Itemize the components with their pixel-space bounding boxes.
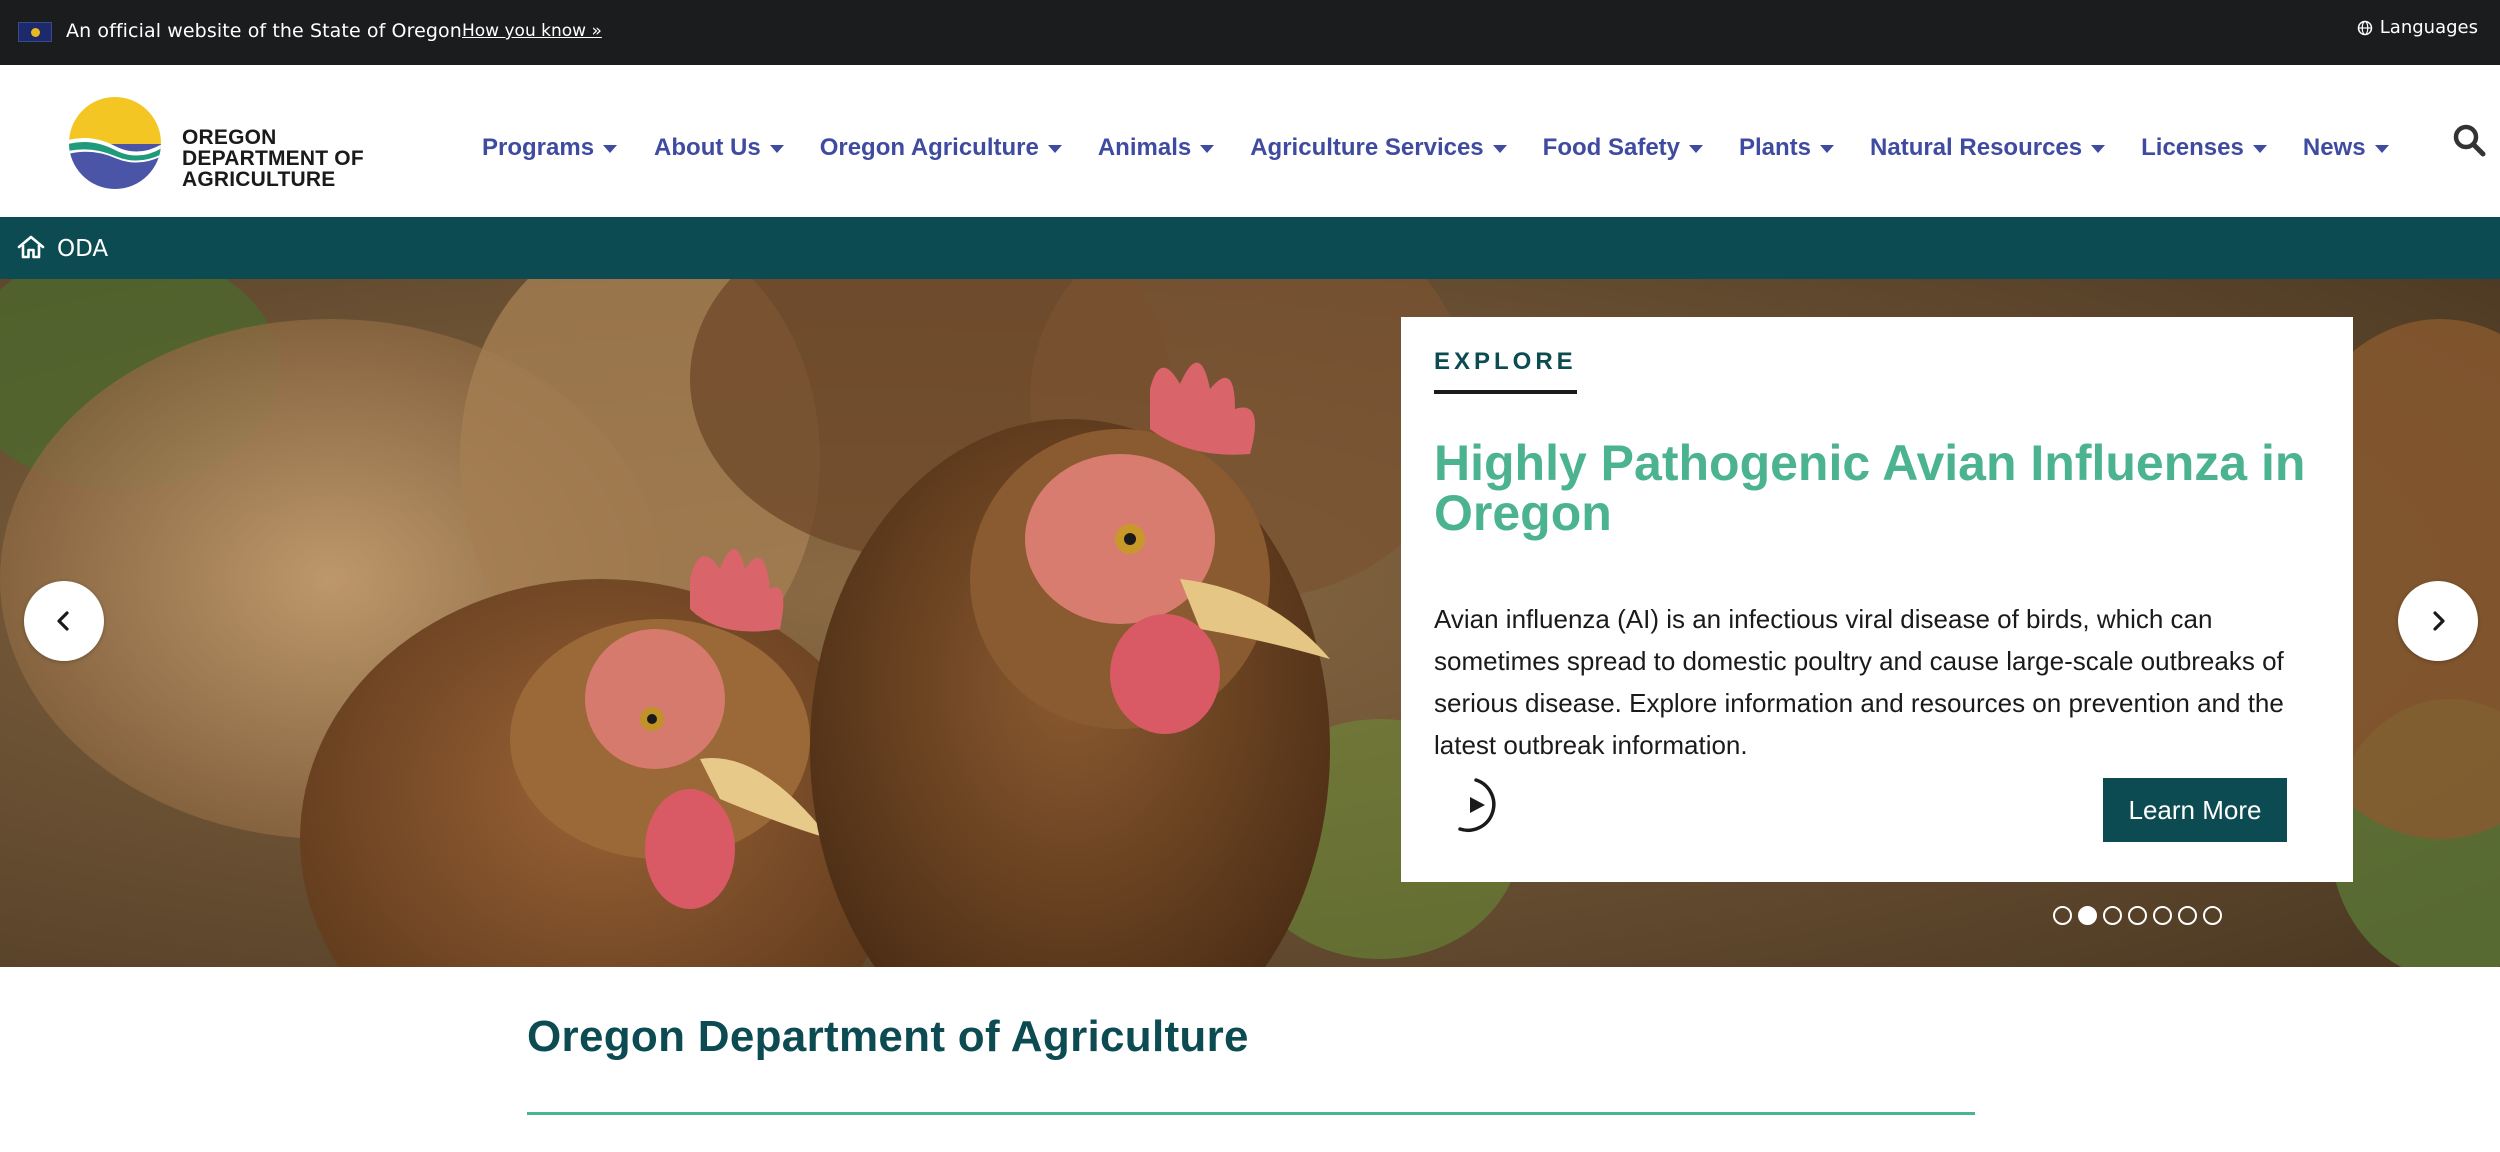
breadcrumb-home-link[interactable]: ODA [57, 236, 108, 262]
hero-carousel: EXPLORE Highly Pathogenic Avian Influenz… [0, 279, 2500, 967]
main-nav: Programs About Us Oregon Agriculture Ani… [482, 128, 2389, 168]
how-you-know-link[interactable]: How you know » [462, 21, 602, 41]
nav-item-agriculture-services[interactable]: Agriculture Services [1250, 134, 1507, 162]
nav-item-label: Licenses [2141, 134, 2244, 161]
hero-kicker: EXPLORE [1434, 348, 1577, 394]
hero-description: Avian influenza (AI) is an infectious vi… [1434, 604, 2284, 760]
page-title: Oregon Department of Agriculture [527, 1012, 1249, 1061]
oregon-flag-icon [18, 22, 52, 42]
languages-label: Languages [2379, 17, 2478, 38]
caret-down-icon [1689, 145, 1703, 153]
site-header: OREGON DEPARTMENT OF AGRICULTURE Program… [0, 65, 2500, 217]
carousel-dot[interactable] [2128, 906, 2147, 925]
carousel-dot[interactable] [2203, 906, 2222, 925]
play-icon [1458, 778, 1496, 833]
nav-item-label: Plants [1739, 134, 1812, 161]
caret-down-icon [1820, 145, 1835, 153]
learn-more-button[interactable]: Learn More [2103, 778, 2287, 842]
nav-item-label: Animals [1097, 134, 1192, 161]
nav-item-label: Programs [482, 134, 595, 161]
home-icon[interactable] [17, 234, 45, 260]
caret-down-icon [1492, 145, 1507, 153]
logo-line: DEPARTMENT OF [182, 147, 364, 170]
nav-item-news[interactable]: News [2303, 134, 2389, 162]
caret-down-icon [2374, 145, 2389, 153]
carousel-next-button[interactable] [2398, 581, 2478, 661]
caret-down-icon [603, 145, 618, 153]
title-divider [527, 1112, 1975, 1115]
search-button[interactable] [2450, 121, 2490, 161]
nav-item-label: Food Safety [1542, 134, 1680, 161]
logo-line: OREGON [182, 126, 277, 149]
nav-item-animals[interactable]: Animals [1097, 134, 1215, 162]
search-icon [2453, 124, 2486, 157]
carousel-indicators [2053, 906, 2222, 925]
nav-item-label: News [2302, 134, 2366, 161]
caret-down-icon [2091, 145, 2106, 153]
chevron-left-icon [57, 611, 69, 631]
carousel-dot[interactable] [2178, 906, 2197, 925]
nav-item-natural-resources[interactable]: Natural Resources [1870, 134, 2106, 162]
logo-line: AGRICULTURE [182, 168, 336, 191]
official-banner: An official website of the State of Oreg… [0, 0, 2500, 65]
nav-item-programs[interactable]: Programs [482, 134, 618, 162]
nav-item-label: About Us [654, 134, 761, 161]
official-site-text: An official website of the State of Oreg… [66, 20, 462, 42]
carousel-play-button[interactable] [1443, 772, 1509, 838]
globe-icon [2357, 20, 2373, 35]
caret-down-icon [769, 145, 784, 153]
nav-item-plants[interactable]: Plants [1739, 134, 1835, 162]
hero-title: Highly Pathogenic Avian Influenza in Ore… [1434, 435, 2306, 541]
nav-item-label: Agriculture Services [1250, 134, 1484, 161]
nav-item-oregon-agriculture[interactable]: Oregon Agriculture [820, 134, 1062, 162]
carousel-dot[interactable] [2053, 906, 2072, 925]
oda-logo[interactable]: OREGON DEPARTMENT OF AGRICULTURE [68, 96, 368, 191]
logo-mark-icon [69, 97, 161, 189]
nav-item-label: Oregon Agriculture [819, 134, 1039, 161]
languages-button[interactable]: Languages [2357, 17, 2478, 38]
chevron-right-icon [2433, 611, 2445, 631]
nav-item-about-us[interactable]: About Us [654, 134, 784, 162]
carousel-dot[interactable] [2103, 906, 2122, 925]
nav-item-label: Natural Resources [1870, 134, 2083, 161]
logo-text: OREGON DEPARTMENT OF AGRICULTURE [182, 127, 364, 190]
caret-down-icon [1047, 145, 1062, 153]
caret-down-icon [2252, 145, 2267, 153]
carousel-prev-button[interactable] [24, 581, 104, 661]
carousel-dot[interactable] [2078, 906, 2097, 925]
nav-item-licenses[interactable]: Licenses [2141, 134, 2267, 162]
caret-down-icon [1200, 145, 1215, 153]
carousel-dot[interactable] [2153, 906, 2172, 925]
breadcrumb: ODA [0, 217, 2500, 279]
hero-card: EXPLORE Highly Pathogenic Avian Influenz… [1401, 317, 2353, 882]
nav-item-food-safety[interactable]: Food Safety [1543, 134, 1703, 162]
